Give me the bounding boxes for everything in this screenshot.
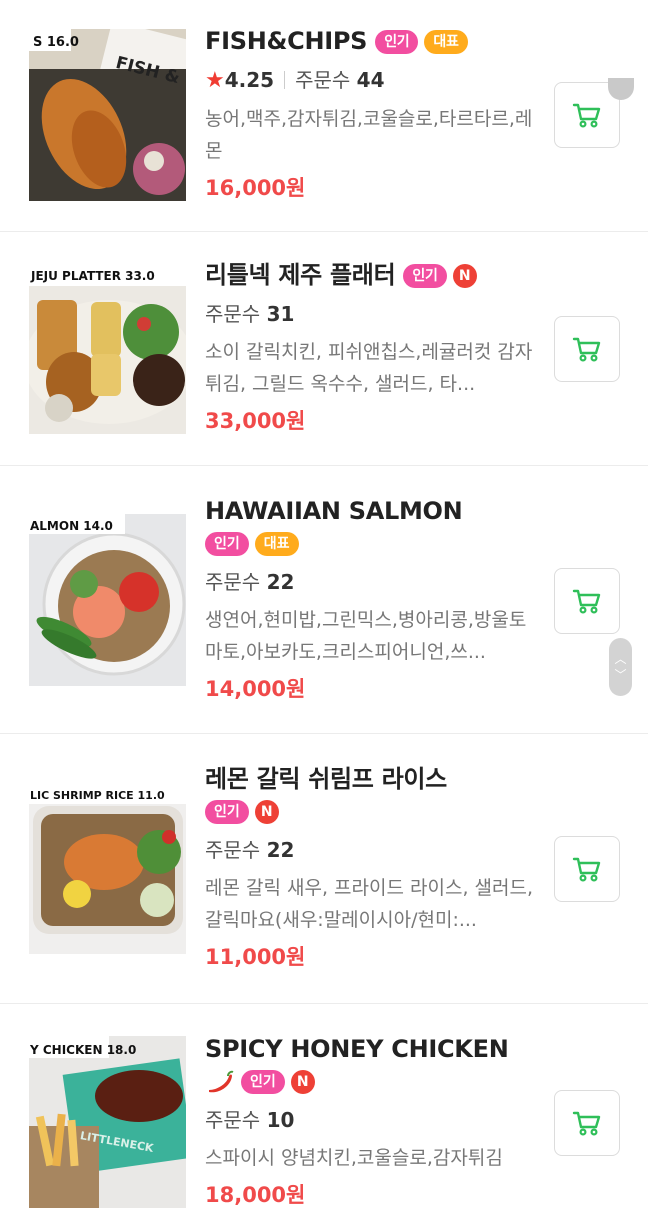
rating-value: 4.25 (224, 68, 275, 92)
menu-item-price: 16,000원 (205, 176, 306, 200)
menu-item-lemon-garlic-shrimp[interactable]: LIC SHRIMP RICE 11.0 레몬 갈릭 쉬림프 라이스 인기 N … (0, 734, 648, 1004)
menu-item-title[interactable]: HAWAIIAN SALMON (205, 496, 535, 526)
chevron-up-icon: ︿ (614, 652, 627, 666)
popular-badge: 인기 (375, 30, 419, 54)
menu-item-photo[interactable]: JEJU PLATTER 33.0 (29, 262, 186, 434)
order-count-value: 22 (266, 838, 295, 862)
menu-item-photo[interactable]: LIC SHRIMP RICE 11.0 (29, 782, 186, 954)
thumb-label: ALMON 14.0 (30, 519, 113, 533)
order-count-value: 44 (356, 68, 385, 92)
menu-item-description: 소이 갈릭치킨, 피쉬앤칩스,레귤러컷 감자튀김, 그릴드 옥수수, 샐러드, … (205, 341, 533, 395)
new-badge: N (290, 1070, 315, 1094)
menu-item-description: 생연어,현미밥,그린믹스,병아리콩,방울토마토,아보카도,크리스피어니언,쓰..… (205, 609, 527, 663)
menu-item-fish-chips[interactable]: S 16.0 FISH & CH FISH&CHIPS 인기 대표 ★4.25 주… (0, 0, 648, 232)
order-count-label: 주문수 (295, 68, 351, 92)
add-to-cart-button[interactable] (554, 316, 620, 382)
shopping-cart-icon (572, 857, 601, 882)
scrollbar-thumb[interactable]: ︿ ﹀ (609, 638, 632, 696)
thumb-label: Y CHICKEN 18.0 (29, 1043, 136, 1057)
order-count-label: 주문수 (205, 838, 261, 862)
menu-item-description: 농어,맥주,감자튀김,코울슬로,타르타르,레몬 (205, 108, 533, 162)
menu-list: S 16.0 FISH & CH FISH&CHIPS 인기 대표 ★4.25 주… (0, 0, 648, 1227)
add-to-cart-button[interactable] (554, 568, 620, 634)
shopping-cart-icon (572, 589, 601, 614)
menu-item-photo[interactable]: ALMON 14.0 (29, 514, 186, 686)
menu-item-meta: 주문수 10 (205, 1106, 535, 1134)
popular-badge: 인기 (403, 264, 447, 288)
menu-item-price: 11,000원 (205, 945, 306, 969)
new-badge: N (254, 800, 279, 824)
popular-badge: 인기 (241, 1070, 285, 1094)
add-to-cart-button[interactable] (554, 1090, 620, 1156)
badge-row: 인기 N (205, 798, 535, 826)
popular-badge: 인기 (205, 800, 249, 824)
menu-item-name: FISH&CHIPS (205, 27, 368, 55)
menu-item-meta: 주문수 22 (205, 568, 535, 596)
menu-item-price: 33,000원 (205, 409, 306, 433)
thumb-label: JEJU PLATTER 33.0 (30, 269, 155, 283)
menu-item-name: 리틀넥 제주 플래터 (205, 261, 396, 289)
menu-item-hawaiian-salmon[interactable]: ALMON 14.0 HAWAIIAN SALMON 인기 대표 주문수 22 … (0, 466, 648, 734)
order-count-label: 주문수 (205, 1108, 261, 1132)
chevron-down-icon: ﹀ (614, 668, 627, 682)
menu-item-meta: 주문수 22 (205, 836, 535, 864)
menu-item-description: 레몬 갈릭 새우, 프라이드 라이스, 샐러드, 갈릭마요(새우:말레이시아/현… (205, 877, 533, 931)
chili-pepper-icon (209, 1070, 234, 1093)
order-count-value: 22 (266, 570, 295, 594)
badge-row: 인기 N (205, 1068, 535, 1096)
star-icon: ★ (205, 68, 225, 93)
shopping-cart-icon (572, 1111, 601, 1136)
menu-item-title[interactable]: SPICY HONEY CHICKEN (205, 1034, 535, 1064)
shopping-cart-icon (572, 337, 601, 362)
menu-item-meta: ★4.25 주문수 44 (205, 66, 535, 95)
menu-item-title[interactable]: 레몬 갈릭 쉬림프 라이스 (205, 764, 535, 794)
order-count-value: 10 (266, 1108, 295, 1132)
signature-badge: 대표 (254, 532, 299, 556)
menu-item-jeju-platter[interactable]: JEJU PLATTER 33.0 리틀넥 제주 플래터 인기 N 주문수 31… (0, 232, 648, 466)
menu-item-price: 18,000원 (205, 1183, 306, 1207)
order-count-label: 주문수 (205, 570, 261, 594)
menu-item-price: 14,000원 (205, 677, 306, 701)
menu-item-photo[interactable]: S 16.0 FISH & CH (29, 29, 186, 201)
add-to-cart-button[interactable] (554, 836, 620, 902)
order-count-label: 주문수 (205, 302, 261, 326)
order-count-value: 31 (266, 302, 295, 326)
menu-item-title[interactable]: FISH&CHIPS 인기 대표 (205, 26, 535, 56)
shopping-cart-icon (572, 103, 601, 128)
thumb-label: S 16.0 (33, 35, 79, 50)
menu-item-title[interactable]: 리틀넥 제주 플래터 인기 N (205, 260, 535, 290)
popular-badge: 인기 (205, 532, 249, 556)
thumb-label: LIC SHRIMP RICE 11.0 (30, 789, 165, 802)
new-badge: N (452, 264, 477, 288)
menu-item-description: 스파이시 양념치킨,코울슬로,감자튀김 (205, 1147, 503, 1169)
badge-row: 인기 대표 (205, 530, 535, 558)
menu-item-meta: 주문수 31 (205, 300, 535, 328)
menu-item-spicy-honey-chicken[interactable]: Y CHICKEN 18.0 LITTLENECK SPICY HONEY CH… (0, 1004, 648, 1227)
signature-badge: 대표 (424, 30, 468, 54)
menu-item-photo[interactable]: Y CHICKEN 18.0 LITTLENECK (29, 1036, 186, 1208)
